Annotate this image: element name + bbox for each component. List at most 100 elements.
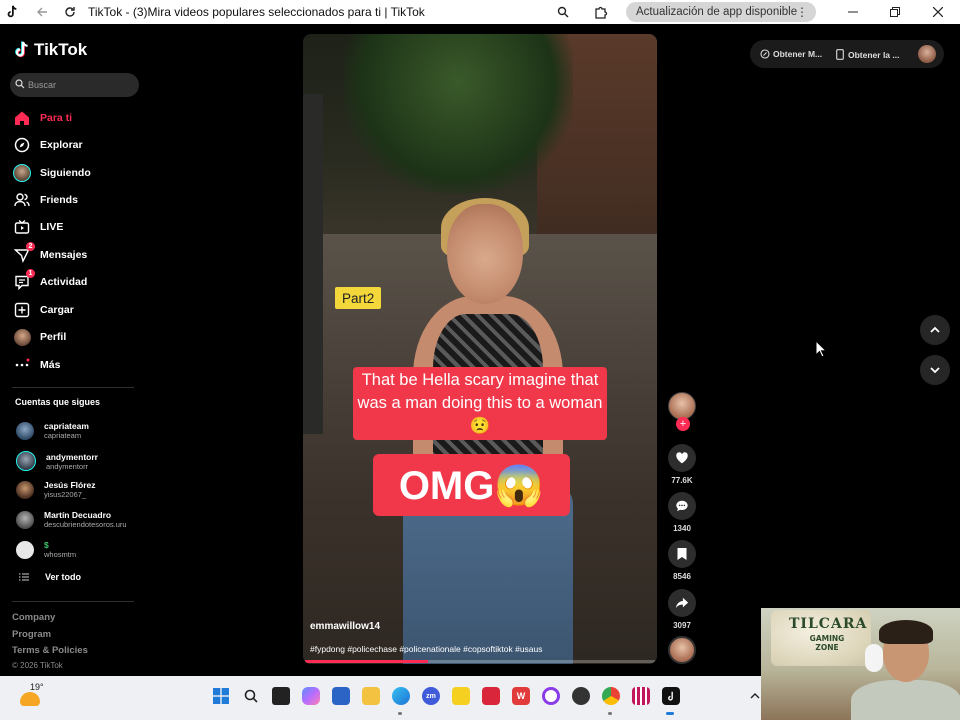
get-app-button[interactable]: Obtener la ... <box>836 49 900 60</box>
save-count: 8546 <box>673 572 691 581</box>
account-name: Jesús Flórez <box>44 480 96 490</box>
tiktok-taskbar-icon[interactable] <box>662 687 680 705</box>
footer-company-link[interactable]: Company <box>12 612 55 623</box>
live-tv-icon <box>13 218 31 236</box>
zoom-search-icon[interactable] <box>551 0 575 24</box>
account-name: $ <box>44 540 49 550</box>
nav-siguiendo[interactable]: Siguiendo <box>13 164 91 182</box>
extensions-puzzle-icon[interactable] <box>589 0 613 24</box>
back-arrow-icon[interactable] <box>30 0 54 24</box>
tiktok-note-icon <box>15 41 28 58</box>
video-progress-bar[interactable] <box>305 660 655 663</box>
see-all-button[interactable]: Ver todo <box>16 572 81 582</box>
comment-count: 1340 <box>673 524 691 533</box>
sidebar-divider <box>12 601 134 602</box>
bars-app-icon[interactable] <box>632 687 650 705</box>
part-sticker: Part2 <box>335 287 382 309</box>
account-name: andymentorr <box>46 451 98 462</box>
following-account[interactable]: andymentorr andymentorr <box>16 451 98 471</box>
following-account[interactable]: Martín Decuadro descubriendotesoros.uru <box>16 510 127 529</box>
taskbar-search-icon[interactable] <box>242 687 260 705</box>
video-hashtags[interactable]: #fypdong #policechase #policenationale #… <box>310 644 543 654</box>
zoom-app-icon[interactable]: zm <box>422 687 440 705</box>
restore-button[interactable] <box>880 0 910 24</box>
reload-icon[interactable] <box>58 0 82 24</box>
footer-terms-link[interactable]: Terms & Policies <box>12 645 88 656</box>
minimize-button[interactable] <box>838 0 868 24</box>
nav-label: Cargar <box>40 304 74 316</box>
bookmark-icon <box>677 548 687 560</box>
account-avatar <box>16 421 34 440</box>
activity-badge: 1 <box>26 269 35 278</box>
office-app-icon[interactable]: W <box>512 687 530 705</box>
like-button[interactable] <box>668 444 696 472</box>
store-icon[interactable] <box>332 687 350 705</box>
sign-text-tilcara: TILCARA <box>789 616 868 632</box>
edge-icon[interactable] <box>392 687 410 705</box>
comment-button[interactable] <box>668 492 696 520</box>
copyright-text: © 2026 TikTok <box>12 661 63 670</box>
activity-message-icon: 1 <box>13 269 35 291</box>
get-coins-button[interactable]: Obtener M... <box>760 49 822 59</box>
video-username[interactable]: emmawillow14 <box>310 621 380 632</box>
nav-friends[interactable]: Friends <box>13 191 78 209</box>
chevron-up-icon <box>930 326 940 333</box>
task-view-icon[interactable] <box>272 687 290 705</box>
following-account[interactable]: $ whosmtm <box>16 540 76 559</box>
red-app-icon[interactable] <box>482 687 500 705</box>
save-button[interactable] <box>668 540 696 568</box>
account-handle: yisus22067_ <box>44 490 87 499</box>
coin-icon <box>760 49 770 59</box>
creator-avatar[interactable] <box>668 392 696 420</box>
nav-live[interactable]: LIVE <box>13 218 63 236</box>
sign-text-gaming-zone: GAMING ZONE <box>809 634 845 652</box>
footer-program-link[interactable]: Program <box>12 629 51 640</box>
account-handle: descubriendotesoros.uru <box>44 520 127 529</box>
plus-square-icon <box>13 301 31 319</box>
following-account[interactable]: capriateam capriateam <box>16 421 89 440</box>
user-avatar[interactable] <box>918 45 936 63</box>
following-avatar-icon <box>13 164 31 182</box>
account-name: capriateam <box>44 421 89 431</box>
see-all-label: Ver todo <box>45 572 82 582</box>
video-player[interactable]: Part2 That be Hella scary imagine that w… <box>303 34 657 664</box>
weather-widget[interactable]: 19° <box>18 682 44 710</box>
search-input[interactable]: Buscar <box>10 73 139 97</box>
steam-icon[interactable] <box>572 687 590 705</box>
nav-mensajes[interactable]: 2 Mensajes <box>13 242 87 264</box>
previous-video-button[interactable] <box>920 315 950 345</box>
comment-icon <box>676 500 688 512</box>
copilot-icon[interactable] <box>302 687 320 705</box>
window-titlebar: TikTok - (3)Mira videos populares selecc… <box>0 0 960 24</box>
following-account[interactable]: Jesús Flórez yisus22067_ <box>16 480 96 499</box>
home-icon <box>13 109 31 127</box>
game-app-icon[interactable] <box>452 687 470 705</box>
headset-icon <box>865 644 883 672</box>
nav-para-ti[interactable]: Para ti <box>13 109 72 127</box>
nav-label: Actividad <box>40 276 88 288</box>
tiktok-logo[interactable]: TikTok <box>14 40 87 60</box>
nav-explorar[interactable]: Explorar <box>13 136 83 154</box>
nav-actividad[interactable]: 1 Actividad <box>13 269 88 291</box>
share-button[interactable] <box>668 589 696 617</box>
window-title: TikTok - (3)Mira videos populares selecc… <box>88 5 425 19</box>
update-menu-icon[interactable]: ⋮ <box>796 5 808 19</box>
next-video-button[interactable] <box>920 355 950 385</box>
chrome-icon[interactable] <box>602 687 620 705</box>
messages-badge: 2 <box>26 242 35 251</box>
file-explorer-icon[interactable] <box>362 687 380 705</box>
follow-plus-button[interactable]: + <box>676 417 690 431</box>
running-indicator <box>666 712 674 715</box>
circle-app-icon[interactable] <box>542 687 560 705</box>
nav-mas[interactable]: Más <box>13 356 60 374</box>
account-handle: whosmtm <box>44 550 77 559</box>
close-button[interactable] <box>923 0 953 24</box>
account-avatar <box>16 451 36 471</box>
app-update-button[interactable]: Actualización de app disponible ⋮ <box>626 2 816 22</box>
nav-label: Explorar <box>40 139 83 151</box>
music-disc-icon[interactable] <box>668 636 696 664</box>
windows-start-icon[interactable] <box>212 687 230 705</box>
nav-perfil[interactable]: Perfil <box>13 328 66 346</box>
nav-cargar[interactable]: Cargar <box>13 301 74 319</box>
search-placeholder: Buscar <box>28 80 57 90</box>
